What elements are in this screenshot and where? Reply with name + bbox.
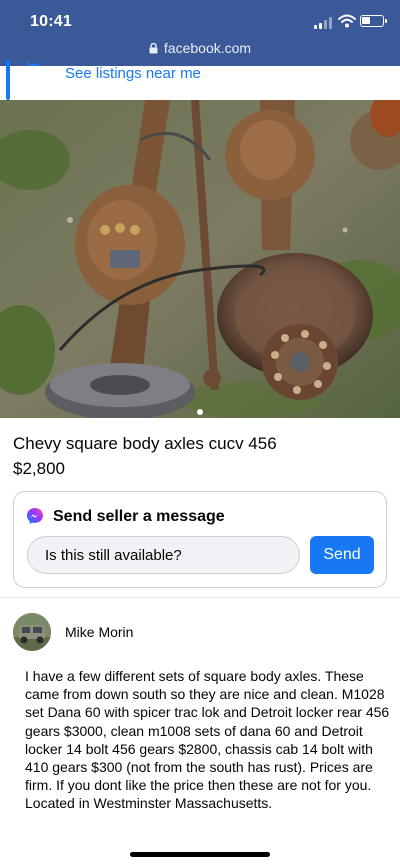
axles-photo-illustration <box>0 100 400 418</box>
section-divider <box>0 597 400 598</box>
see-listings-link[interactable]: See listings near me <box>65 65 201 82</box>
pagination-dot <box>197 409 203 415</box>
lock-icon <box>149 43 158 54</box>
listing-photo[interactable] <box>0 100 400 418</box>
url-text: facebook.com <box>163 40 252 56</box>
avatar-image <box>13 613 51 651</box>
home-indicator[interactable] <box>130 852 270 857</box>
seller-name[interactable]: Mike Morin <box>65 624 133 640</box>
url-bar[interactable]: facebook.com <box>0 40 400 56</box>
signal-icon <box>314 17 332 29</box>
listings-accent <box>6 60 10 100</box>
listing-description: I have a few different sets of square bo… <box>25 668 390 812</box>
listing-price: $2,800 <box>13 459 65 478</box>
send-message-card: Send seller a message Send <box>13 491 387 588</box>
message-input[interactable] <box>27 536 300 574</box>
seller-avatar[interactable] <box>13 613 51 651</box>
battery-icon <box>360 15 387 27</box>
wifi-icon <box>338 14 356 28</box>
status-bar: 10:41 facebook.com <box>0 0 400 66</box>
listing-title: Chevy square body axles cucv 456 <box>13 434 277 453</box>
photo-pagination <box>0 402 400 420</box>
messenger-icon <box>27 508 43 524</box>
send-button[interactable]: Send <box>310 536 374 574</box>
status-time: 10:41 <box>30 13 72 30</box>
send-message-title: Send seller a message <box>53 508 225 525</box>
